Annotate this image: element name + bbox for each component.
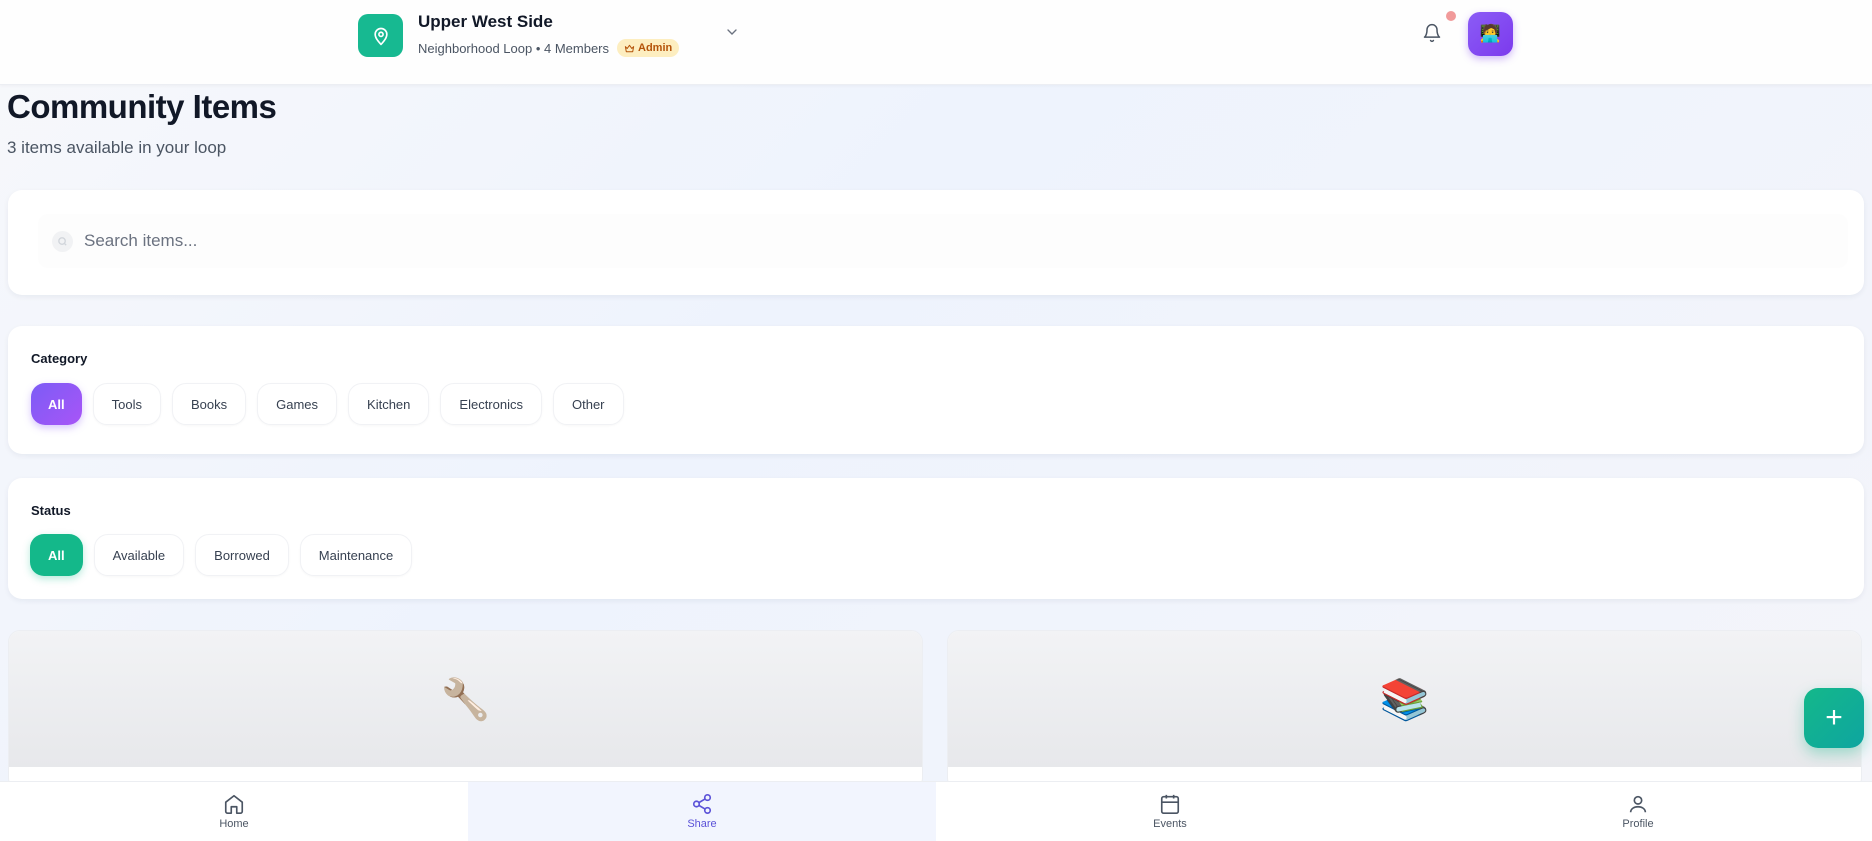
- home-icon: [224, 794, 244, 814]
- user-icon: [1629, 795, 1647, 813]
- category-pill-electronics[interactable]: Electronics: [440, 383, 542, 425]
- bottom-nav: Home Share Events Profile: [0, 781, 1872, 841]
- nav-label-events: Events: [1153, 818, 1187, 830]
- nav-label-home: Home: [219, 818, 249, 830]
- category-pill-tools[interactable]: Tools: [92, 383, 161, 425]
- add-item-button[interactable]: +: [1804, 688, 1864, 748]
- category-pills: All Tools Books Games Kitchen Electronic…: [31, 383, 624, 425]
- category-pill-all[interactable]: All: [31, 383, 82, 425]
- category-label: Category: [31, 351, 88, 366]
- status-label: Status: [31, 503, 71, 518]
- item-image: 📚: [948, 631, 1861, 767]
- nav-item-profile[interactable]: Profile: [1404, 782, 1872, 841]
- notifications-button[interactable]: [1422, 23, 1442, 48]
- page-title: Community Items: [7, 88, 277, 125]
- loop-subtitle: Neighborhood Loop • 4 Members: [418, 40, 610, 56]
- crown-icon: [624, 44, 635, 52]
- loop-name[interactable]: Upper West Side: [418, 12, 553, 32]
- share-icon: [692, 794, 712, 814]
- status-pill-maintenance[interactable]: Maintenance: [299, 534, 413, 576]
- nav-label-share: Share: [687, 818, 717, 830]
- status-pill-all[interactable]: All: [30, 534, 83, 576]
- notification-dot: [1446, 11, 1456, 21]
- loop-switcher-chevron[interactable]: [724, 24, 740, 45]
- category-pill-games[interactable]: Games: [257, 383, 338, 425]
- admin-badge: Admin: [617, 39, 680, 57]
- status-pill-available[interactable]: Available: [93, 534, 185, 576]
- wrench-icon: 🔧: [440, 677, 491, 722]
- status-pill-borrowed[interactable]: Borrowed: [195, 534, 289, 576]
- item-card[interactable]: 🔧: [8, 630, 923, 790]
- avatar-emoji: 🧑‍💻: [1479, 24, 1502, 43]
- category-pill-kitchen[interactable]: Kitchen: [348, 383, 430, 425]
- search-input[interactable]: [84, 226, 1584, 256]
- books-icon: 📚: [1379, 677, 1430, 722]
- calendar-icon: [1160, 794, 1180, 814]
- page-subtitle: 3 items available in your loop: [7, 138, 227, 157]
- search-card: [8, 190, 1864, 295]
- category-pill-other[interactable]: Other: [552, 383, 624, 425]
- category-filter-card: Category All Tools Books Games Kitchen E…: [8, 326, 1864, 454]
- search-box[interactable]: [38, 214, 1848, 268]
- loop-location-button[interactable]: [358, 14, 403, 57]
- item-image: 🔧: [9, 631, 922, 767]
- nav-item-home[interactable]: Home: [0, 782, 468, 841]
- chevron-down-icon: [727, 29, 737, 35]
- status-pills: All Available Borrowed Maintenance: [30, 534, 413, 576]
- bell-icon: [1423, 23, 1441, 43]
- top-header: Upper West Side Neighborhood Loop • 4 Me…: [0, 0, 1872, 85]
- nav-item-share[interactable]: Share: [468, 782, 936, 841]
- avatar[interactable]: 🧑‍💻: [1468, 12, 1513, 56]
- item-card[interactable]: 📚: [947, 630, 1862, 790]
- nav-label-profile: Profile: [1622, 818, 1654, 830]
- loop-subtitle-row: Neighborhood Loop • 4 Members Admin: [418, 39, 680, 57]
- admin-badge-label: Admin: [638, 42, 673, 54]
- category-pill-books[interactable]: Books: [171, 383, 247, 425]
- search-icon: [52, 231, 73, 252]
- map-pin-icon: [373, 27, 388, 45]
- nav-item-events[interactable]: Events: [936, 782, 1404, 841]
- status-filter-card: Status All Available Borrowed Maintenanc…: [8, 478, 1864, 599]
